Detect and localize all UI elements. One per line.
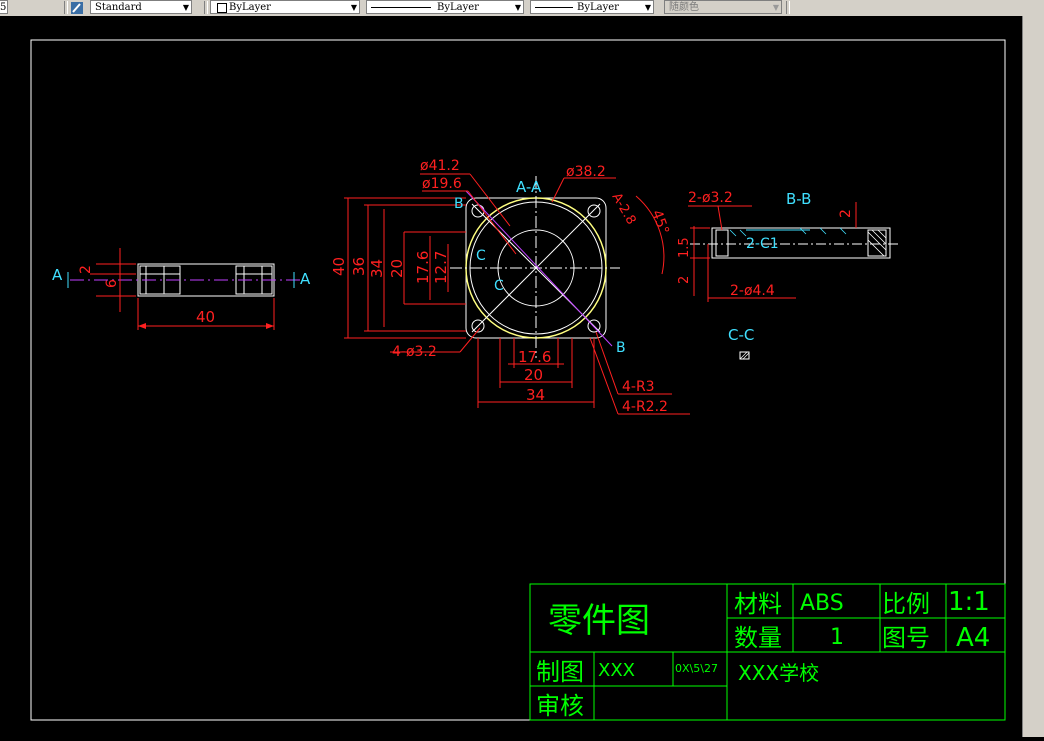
layer-label: ByLayer: [229, 2, 271, 13]
plot-style-dropdown[interactable]: 随颜色 ▼: [664, 0, 782, 14]
linetype-label: ByLayer: [437, 2, 479, 13]
section-cc-view: C-C: [728, 326, 754, 360]
side-view-outline: [137, 263, 275, 297]
side-dim-40: 40: [196, 308, 215, 326]
drawing-canvas[interactable]: 40 2 6 A A 40 36 34 20 17.6 12.7 17.6 20…: [0, 16, 1022, 737]
bb-dim-c1: 2-C1: [746, 236, 779, 252]
quantity-label: 数量: [734, 624, 782, 652]
left-fragment-dropdown[interactable]: 5: [0, 0, 8, 14]
front-dim-4-r2-2: 4-R2.2: [622, 399, 668, 415]
drawn-by-value: XXX: [598, 660, 635, 681]
front-view: 40 36 34 20 17.6 12.7 17.6 20 34 4-ø3.2 …: [330, 158, 690, 415]
text-style-label: Standard: [95, 2, 142, 13]
drawn-by-label: 制图: [536, 658, 584, 686]
bb-dim-4-4: 2-ø4.4: [730, 283, 775, 299]
text-style-dropdown[interactable]: Standard ▼: [90, 0, 192, 14]
front-dim-20: 20: [388, 259, 406, 278]
bb-dim-1-5: 1.5: [677, 237, 692, 258]
material-value: ABS: [800, 591, 844, 616]
front-dim-d19-6: ø19.6: [422, 176, 462, 192]
layer-dropdown[interactable]: ByLayer ▼: [210, 0, 360, 14]
plot-style-label: 随颜色: [669, 2, 699, 13]
side-dim-6: 6: [104, 279, 120, 288]
drawing-no-value: A4: [956, 623, 990, 653]
front-dim-4-r3: 4-R3: [622, 379, 655, 395]
toolbar-separator: [204, 1, 208, 14]
date-value: 0X\5\27: [675, 662, 718, 675]
label-b-bottom: B: [616, 340, 626, 356]
linetype-dropdown[interactable]: ByLayer ▼: [366, 0, 524, 14]
school-name: XXX学校: [738, 661, 819, 685]
toolbar-separator: [64, 1, 68, 14]
front-dim-a-2-8: A-2.8: [609, 191, 639, 228]
front-dim-34: 34: [368, 259, 386, 278]
front-dim-4-holes: 4-ø3.2: [392, 344, 437, 360]
scale-value: 1:1: [948, 587, 990, 617]
chevron-down-icon: ▼: [644, 3, 651, 12]
linetype-preview-icon: [371, 7, 431, 8]
front-dim-34-h: 34: [526, 386, 545, 404]
chevron-down-icon: ▼: [772, 3, 779, 12]
label-b-top: B: [454, 196, 464, 212]
vertical-scrollbar[interactable]: [1022, 16, 1044, 737]
front-dim-d41-2: ø41.2: [420, 158, 460, 174]
section-bb-view: 2-ø3.2 2-C1 B-B 2 1.5 2 2-ø4.4: [677, 190, 900, 302]
side-dim-2: 2: [78, 265, 94, 274]
color-swatch-icon: [217, 3, 227, 13]
front-dim-40: 40: [330, 257, 348, 276]
front-dim-d38-2: ø38.2: [566, 164, 606, 180]
text-style-icon[interactable]: [70, 0, 84, 14]
section-label-a-right: A: [300, 270, 311, 288]
label-c-top: C: [476, 248, 486, 264]
front-dim-20-h: 20: [524, 366, 543, 384]
bb-dim-2b: 2: [677, 276, 692, 284]
lineweight-dropdown[interactable]: ByLayer ▼: [530, 0, 654, 14]
section-bb-title: B-B: [786, 190, 811, 208]
quantity-value: 1: [830, 625, 844, 650]
scale-label: 比例: [882, 590, 930, 618]
section-bb-outline: [711, 227, 891, 259]
section-label-a-left: A: [52, 266, 63, 284]
left-fragment-label: 5: [0, 2, 7, 13]
toolbar-separator: [786, 1, 790, 14]
front-dim-17-6-h: 17.6: [518, 348, 551, 366]
properties-toolbar: 5 Standard ▼ ByLayer ▼ ByLayer ▼ ByLayer ▼ 随…: [0, 0, 1044, 17]
hole-top-left: [471, 204, 485, 218]
side-view: 40 2 6 A A: [52, 248, 311, 330]
front-dim-12-7: 12.7: [432, 251, 450, 284]
bb-dim-2-holes: 2-ø3.2: [688, 190, 733, 206]
checked-by-label: 审核: [536, 692, 584, 720]
section-cc-title: C-C: [728, 326, 754, 344]
title-block-text: 零件图 材料 ABS 比例 1:1 数量 1 图号 A4 制图 XXX 0X\5…: [536, 587, 990, 720]
material-label: 材料: [734, 590, 782, 618]
label-c-bottom: C: [494, 278, 504, 294]
chevron-down-icon: ▼: [514, 3, 521, 12]
lineweight-label: ByLayer: [577, 2, 619, 13]
cad-drawing: 40 2 6 A A 40 36 34 20 17.6 12.7 17.6 20…: [30, 39, 1006, 721]
bb-dim-2: 2: [838, 209, 854, 218]
front-dim-17-6-v: 17.6: [414, 251, 432, 284]
front-dim-45: 45°: [648, 208, 672, 237]
lineweight-preview-icon: [535, 7, 573, 8]
hole-top-right: [587, 204, 601, 218]
chevron-down-icon: ▼: [350, 3, 357, 12]
chevron-down-icon: ▼: [182, 3, 189, 12]
front-dim-36: 36: [350, 257, 368, 276]
part-name: 零件图: [548, 601, 650, 641]
section-label-a-a: A-A: [516, 178, 542, 196]
drawing-no-label: 图号: [882, 624, 930, 652]
